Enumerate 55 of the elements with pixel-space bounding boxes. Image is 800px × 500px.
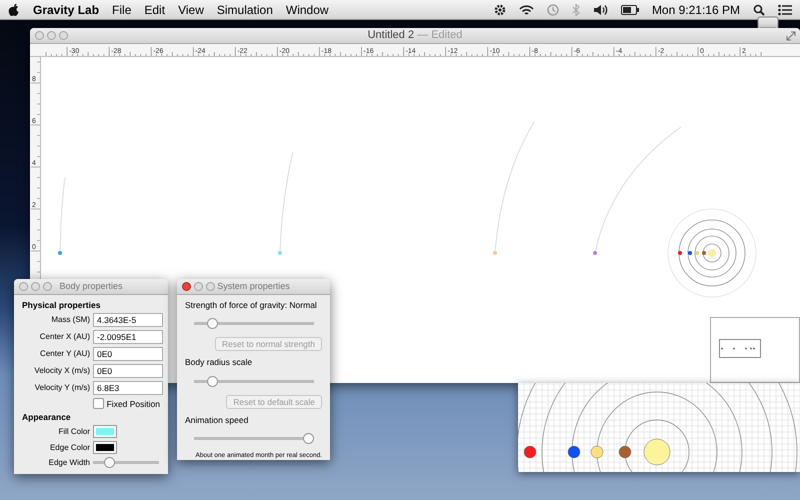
input-field[interactable]: 0E0 — [93, 364, 163, 378]
section-label: Strength of force of gravity: Normal — [185, 300, 318, 310]
section-label: Body radius scale — [185, 357, 254, 368]
field-label: Edge Width — [48, 458, 90, 468]
bluetooth-icon[interactable] — [572, 4, 580, 16]
clock-icon[interactable] — [546, 4, 559, 16]
field-label: Mass (SM) — [50, 315, 90, 325]
section-label: Animation speed — [185, 414, 250, 425]
checkbox-label: Fixed Position — [106, 398, 160, 409]
field-label: Velocity Y (m/s) — [34, 383, 90, 393]
app-menu[interactable]: Gravity Lab — [33, 0, 100, 18]
minimize-button[interactable] — [31, 282, 40, 291]
menu-item[interactable]: Window — [286, 0, 329, 18]
field-label: Fill Color — [57, 427, 90, 437]
close-button[interactable] — [182, 282, 191, 291]
overview-drawing[interactable] — [710, 317, 800, 383]
wifi-icon[interactable] — [518, 4, 534, 16]
input-field[interactable]: -2.0095E1 — [93, 330, 163, 344]
fullscreen-icon[interactable] — [786, 31, 796, 41]
zoom-button[interactable] — [43, 282, 52, 291]
menu-item[interactable]: View — [178, 0, 204, 18]
input-field[interactable]: 6.8E3 — [93, 381, 163, 396]
zoom-button[interactable] — [206, 282, 215, 291]
menu-item[interactable]: Simulation — [216, 0, 273, 18]
menu-item[interactable]: Edit — [144, 0, 166, 18]
clock-text[interactable]: Mon 9:21:16 PM — [652, 0, 740, 18]
field-label: Velocity X (m/s) — [33, 366, 90, 376]
search-icon[interactable] — [753, 4, 765, 16]
minimize-button[interactable] — [47, 31, 56, 40]
battery-icon[interactable] — [620, 4, 639, 14]
zoom-button[interactable] — [59, 31, 68, 40]
field-label: Center X (AU) — [38, 332, 90, 342]
minimize-button[interactable] — [194, 282, 203, 291]
list-icon[interactable] — [778, 4, 792, 16]
input-field[interactable]: 4.3643E-5 — [93, 313, 163, 328]
window-title: Body properties — [59, 280, 123, 291]
section-heading: Appearance — [22, 412, 72, 422]
planet-body[interactable] — [678, 251, 682, 255]
edited-status: — Edited — [417, 29, 462, 42]
planet-body[interactable] — [58, 251, 62, 255]
checkbox[interactable] — [92, 398, 104, 410]
planet-body[interactable] — [593, 251, 597, 255]
menu-item[interactable]: File — [112, 0, 132, 18]
speaker-icon[interactable] — [592, 4, 608, 16]
window-title: System properties — [217, 280, 290, 291]
window-title: Untitled 2 — [368, 29, 414, 42]
apple-icon[interactable] — [8, 2, 20, 16]
field-label: Edge Color — [48, 443, 90, 453]
drive-icon[interactable] — [757, 16, 779, 28]
input-field[interactable]: 0E0 — [93, 347, 163, 362]
gear-icon[interactable] — [494, 4, 506, 16]
fill-color-swatch[interactable] — [93, 425, 117, 438]
field-label: Center Y (AU) — [39, 349, 90, 359]
edge-color-swatch[interactable] — [93, 441, 117, 454]
section-heading: Physical properties — [22, 300, 102, 310]
